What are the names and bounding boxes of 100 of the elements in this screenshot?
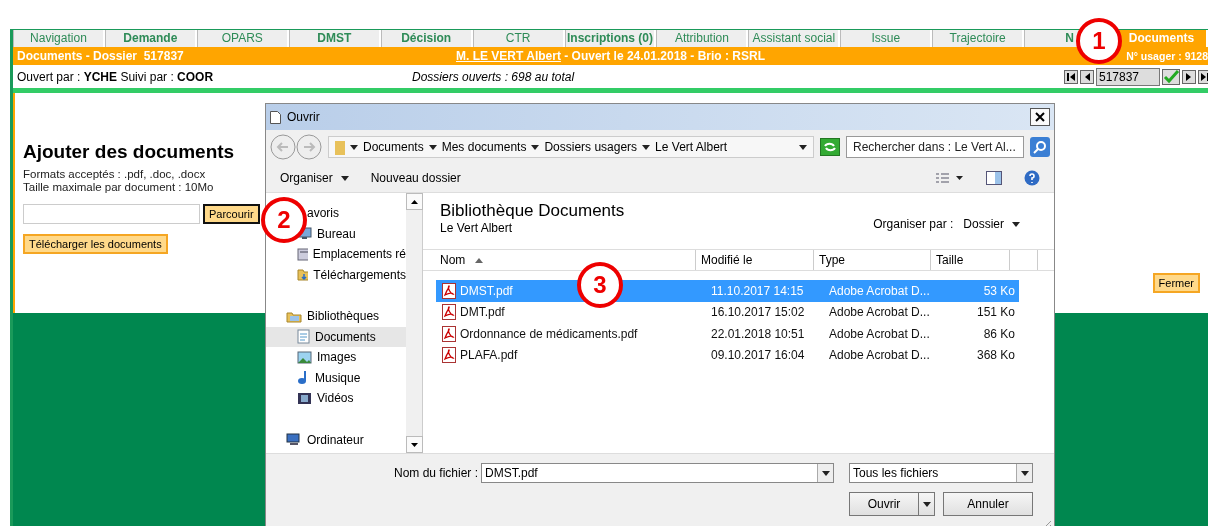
file-type: Adobe Acrobat D... <box>828 348 931 363</box>
caret-icon <box>350 144 358 150</box>
down-triangle-icon <box>411 442 418 447</box>
file-type-dropdown[interactable]: Tous les fichiers <box>849 463 1033 483</box>
file-row[interactable]: Ordonnance de médicaments.pdf 22.01.2018 10:51 Adobe Acrobat D... 86 Ko <box>436 323 1019 345</box>
nav-tab[interactable]: Issue <box>840 30 933 47</box>
up-triangle-icon <box>411 199 418 204</box>
document-icon <box>297 329 310 345</box>
library-subtitle: Le Vert Albert <box>440 221 514 235</box>
nav-tab[interactable]: OPARS <box>196 30 289 47</box>
previous-record-button[interactable] <box>1080 69 1094 84</box>
column-header[interactable]: Type <box>814 250 931 270</box>
nav-group[interactable]: Bibliothèques <box>266 306 406 327</box>
file-name: Ordonnance de médicaments.pdf <box>460 326 638 341</box>
file-name: DMT.pdf <box>460 305 505 320</box>
search-icon <box>1033 140 1047 154</box>
library-icon <box>286 309 302 323</box>
nav-item[interactable]: Téléchargements <box>266 264 406 285</box>
modified-date: 16.10.2017 15:02 <box>710 305 806 320</box>
nav-tab[interactable]: Trajectoire <box>932 30 1025 47</box>
browse-button[interactable]: Parcourir <box>203 204 260 224</box>
dossier-title: Documents - Dossier 517837 <box>17 49 185 63</box>
file-size: 368 Ko <box>975 348 1016 363</box>
film-icon <box>297 391 312 405</box>
new-folder-button[interactable]: Nouveau dossier <box>370 171 461 185</box>
nav-item-label: Emplacements ré <box>312 247 406 262</box>
pdf-file-icon <box>442 347 456 364</box>
nav-group[interactable]: Ordinateur <box>266 429 406 450</box>
upload-button[interactable]: Télécharger les documents <box>23 234 168 254</box>
document-icon <box>270 110 281 124</box>
close-button[interactable]: Fermer <box>1152 273 1200 293</box>
address-bar[interactable]: Documents Mes documents Dossiers usagers Le Vert Albert <box>328 136 814 158</box>
breadcrumb-item[interactable]: Le Vert Albert <box>655 140 728 154</box>
file-name-label: Nom du fichier : <box>392 466 479 480</box>
modified-date: 11.10.2017 14:15 <box>710 283 805 298</box>
scroll-down-button[interactable] <box>406 436 423 453</box>
help-icon[interactable] <box>1024 170 1040 186</box>
organize-menu[interactable]: Organiser <box>280 171 349 185</box>
file-size: 53 Ko <box>982 283 1016 298</box>
nav-item[interactable]: Musique <box>266 367 406 388</box>
nav-tab[interactable]: CTR <box>472 30 565 47</box>
nav-tab[interactable]: Inscriptions (0) <box>564 30 657 47</box>
breadcrumb-item[interactable]: Mes documents <box>441 140 527 154</box>
view-list-icon[interactable] <box>936 172 964 184</box>
scroll-up-button[interactable] <box>406 193 423 210</box>
file-row[interactable]: PLAFA.pdf 09.10.2017 16:04 Adobe Acrobat D... 368 Ko <box>436 344 1019 366</box>
nav-item[interactable]: Images <box>266 347 406 368</box>
numbered-callout-tooltip: 1 <box>1076 18 1122 64</box>
left-triangle-icon <box>1084 72 1090 81</box>
nav-tab[interactable]: Décision <box>380 30 473 47</box>
opened-by-text: Ouvert par : YCHE Suivi par : COOR <box>17 69 215 84</box>
nav-item[interactable]: Emplacements ré <box>266 244 406 265</box>
checkmark-icon[interactable] <box>1162 68 1180 85</box>
breadcrumb-item[interactable]: Documents <box>363 140 424 154</box>
folder-icon <box>297 268 309 282</box>
file-name-field[interactable]: DMST.pdf <box>481 463 834 483</box>
nav-item-label: Bureau <box>317 226 356 241</box>
breadcrumb-item[interactable]: Dossiers usagers <box>544 140 638 154</box>
close-button[interactable] <box>1030 108 1050 126</box>
arrange-by-dropdown[interactable]: Dossier <box>963 217 1020 231</box>
nav-item-label: Vidéos <box>317 391 354 406</box>
column-header[interactable]: Modifié le <box>696 250 814 270</box>
skip-start-icon <box>1067 72 1075 81</box>
file-path-field[interactable] <box>23 204 200 224</box>
refresh-icon[interactable] <box>820 138 840 156</box>
nav-item-label: Documents <box>315 329 376 344</box>
folder-icon <box>335 139 345 155</box>
file-name: DMST.pdf <box>460 283 513 298</box>
close-icon <box>1035 112 1045 122</box>
file-type: Adobe Acrobat D... <box>828 326 931 341</box>
caret-icon <box>1020 470 1029 476</box>
search-field[interactable]: Rechercher dans : Le Vert Al... <box>846 136 1024 158</box>
nav-tab[interactable]: DMST <box>288 30 381 47</box>
computer-icon <box>286 433 302 447</box>
caret-icon <box>642 144 651 150</box>
file-size: 86 Ko <box>982 326 1016 341</box>
first-record-button[interactable] <box>1064 69 1078 84</box>
nav-item[interactable]: Documents <box>266 326 406 347</box>
accepted-formats-text: Formats acceptés : .pdf, .doc, .docx <box>23 168 207 181</box>
nav-tab[interactable]: Attribution <box>656 30 749 47</box>
file-type: Adobe Acrobat D... <box>828 283 931 298</box>
cancel-button[interactable]: Annuler <box>943 492 1033 516</box>
search-button[interactable] <box>1030 137 1050 157</box>
nav-item-label: Images <box>317 350 357 365</box>
column-header[interactable]: Taille <box>931 250 1010 270</box>
nav-item-label: Téléchargements <box>313 267 406 282</box>
file-size: 151 Ko <box>975 305 1016 320</box>
open-button[interactable]: Ouvrir <box>849 492 935 516</box>
file-type: Adobe Acrobat D... <box>828 305 931 320</box>
last-record-button[interactable] <box>1198 69 1208 84</box>
record-number-field[interactable]: 517837 <box>1096 67 1160 86</box>
nav-tab[interactable]: Navigation <box>13 30 105 47</box>
preview-pane-icon[interactable] <box>986 171 1002 185</box>
nav-item[interactable]: Vidéos <box>266 388 406 409</box>
nav-tab[interactable]: Demande <box>104 30 197 47</box>
nav-tab[interactable]: Assistant social <box>748 30 841 47</box>
caret-icon <box>531 144 540 150</box>
dialog-title: Ouvrir <box>287 110 321 124</box>
next-record-button[interactable] <box>1182 69 1196 84</box>
caret-icon <box>799 144 807 150</box>
